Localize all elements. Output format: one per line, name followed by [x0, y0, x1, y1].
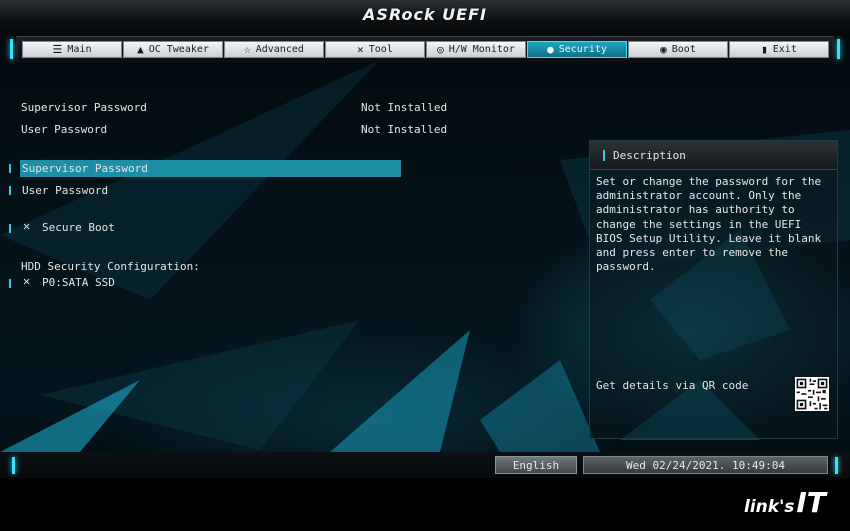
wrench-icon: ✕	[23, 274, 31, 288]
item-marker	[9, 164, 11, 173]
description-title: Description	[613, 149, 686, 162]
shield-icon: ●	[547, 43, 554, 56]
top-bar: ASRock UEFI	[0, 0, 850, 36]
watermark-logo: link'sIT	[744, 486, 826, 519]
rocket-icon: ▲	[137, 43, 144, 56]
hdd-device-item[interactable]: P0:SATA SSD	[42, 276, 115, 289]
qr-code-label: Get details via QR code	[596, 379, 749, 392]
star-icon: ☆	[244, 43, 251, 56]
monitor-icon: ◎	[437, 43, 444, 56]
secure-boot-item[interactable]: Secure Boot	[42, 221, 115, 234]
tab-tool[interactable]: ✕ Tool	[325, 41, 425, 58]
tools-icon: ✕	[357, 43, 364, 56]
item-marker	[9, 224, 11, 233]
tab-label: Boot	[671, 44, 696, 55]
tab-hw-monitor[interactable]: ◎ H/W Monitor	[426, 41, 526, 58]
item-marker	[9, 279, 11, 288]
hdd-security-heading: HDD Security Configuration:	[21, 260, 200, 273]
tab-advanced[interactable]: ☆ Advanced	[224, 41, 324, 58]
qr-code-icon	[795, 377, 829, 411]
uefi-screen: ASRock UEFI ☰ Main ▲ OC Tweaker ☆ Advanced …	[0, 0, 850, 531]
user-password-status-value: Not Installed	[361, 123, 448, 136]
tab-bar: ☰ Main ▲ OC Tweaker ☆ Advanced ✕ Tool ◎ H/W M…	[10, 36, 840, 63]
tab-boot[interactable]: ◉ Boot	[628, 41, 728, 58]
item-marker	[9, 186, 11, 195]
supervisor-password-item[interactable]: Supervisor Password	[22, 162, 148, 175]
exit-icon: ▮	[761, 43, 768, 56]
tab-main[interactable]: ☰ Main	[22, 41, 122, 58]
wrench-icon: ✕	[23, 219, 31, 233]
header-marker	[603, 150, 605, 161]
datetime-display: Wed 02/24/2021. 10:49:04	[583, 456, 828, 474]
description-text: Set or change the password for the admin…	[596, 175, 822, 274]
description-panel: Description Set or change the password f…	[589, 140, 838, 439]
tab-label: Main	[67, 44, 92, 55]
user-password-item[interactable]: User Password	[22, 184, 108, 197]
tab-label: Exit	[772, 44, 797, 55]
brand-logo: ASRock UEFI	[363, 5, 487, 24]
language-button[interactable]: English	[495, 456, 577, 474]
tab-label: Advanced	[255, 44, 304, 55]
list-icon: ☰	[52, 43, 63, 56]
supervisor-password-status-value: Not Installed	[361, 101, 448, 114]
supervisor-password-status-label: Supervisor Password	[21, 101, 147, 114]
user-password-status-label: User Password	[21, 123, 108, 136]
tab-exit[interactable]: ▮ Exit	[729, 41, 829, 58]
tab-oc-tweaker[interactable]: ▲ OC Tweaker	[123, 41, 223, 58]
tab-label: Tool	[368, 44, 393, 55]
tab-security[interactable]: ● Security	[527, 41, 627, 58]
description-header: Description	[590, 141, 837, 170]
tab-label: Security	[558, 44, 607, 55]
footer-strip	[0, 478, 850, 531]
tab-label: OC Tweaker	[148, 44, 209, 55]
power-icon: ◉	[660, 43, 667, 56]
tab-label: H/W Monitor	[448, 44, 515, 55]
